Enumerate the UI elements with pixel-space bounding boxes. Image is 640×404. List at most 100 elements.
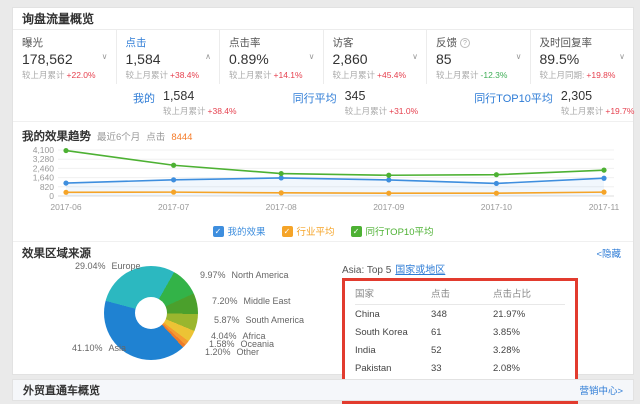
pie-label-asia: 41.10%Asia	[72, 343, 126, 353]
legend-label: 行业平均	[297, 224, 335, 238]
region-section-title: 效果区域来源	[22, 245, 623, 261]
svg-text:2017-08: 2017-08	[266, 202, 297, 212]
column-header-click-share: 点击占比	[493, 283, 565, 305]
column-header-clicks: 点击	[431, 283, 493, 305]
region-pie-chart: 29.04%Europe 9.97%North America 7.20%Mid…	[22, 261, 342, 367]
pie-label-other: 1.20%Other	[205, 347, 259, 357]
country-region-link[interactable]: 国家或地区	[395, 265, 445, 276]
svg-text:2,460: 2,460	[33, 163, 55, 173]
svg-text:3,280: 3,280	[33, 154, 55, 164]
change-value: -12.3%	[481, 70, 508, 80]
donut-hole	[135, 297, 167, 329]
metric-value: 178,562	[22, 51, 107, 67]
chevron-down-icon[interactable]: ∨	[412, 52, 418, 61]
compare-mine: 我的 1,584 较上月累计+38.4%	[133, 89, 237, 117]
trend-metric-value: 8444	[171, 132, 192, 143]
legend-label: 我的效果	[228, 224, 266, 238]
checkbox-checked-icon[interactable]: ✓	[351, 226, 362, 237]
metrics-row: 曝光 178,562 较上月累计+22.0% ∨ 点击 1,584 较上月累计+…	[13, 30, 633, 84]
table-row: India523.28%	[355, 341, 565, 359]
trend-title: 我的效果趋势	[22, 128, 91, 144]
info-icon[interactable]: ?	[460, 38, 470, 48]
metric-label: 曝光	[22, 35, 107, 50]
compare-label: 较上月同期:	[540, 70, 585, 80]
p4p-section-title: 外贸直通车概览	[23, 382, 100, 398]
svg-text:820: 820	[40, 182, 54, 192]
svg-text:1,640: 1,640	[33, 173, 55, 183]
svg-text:0: 0	[49, 191, 54, 201]
compare-label: 较上月累计	[333, 70, 376, 80]
trend-line-chart: 08201,6402,4603,2804,100 2017-06 2017-07 20…	[22, 144, 624, 216]
metric-label: 点击率	[229, 35, 314, 50]
compare-label: 同行平均	[293, 90, 337, 117]
compare-value: 2,305	[561, 89, 635, 103]
compare-label: 较上月累计	[229, 70, 272, 80]
hide-link[interactable]: <隐藏	[596, 246, 621, 260]
svg-text:2017-07: 2017-07	[158, 202, 189, 212]
compare-label: 较上月累计	[436, 70, 479, 80]
change-value: +19.7%	[605, 106, 634, 116]
legend-label: 同行TOP10平均	[366, 224, 434, 238]
metric-visitors[interactable]: 访客 2,860 较上月累计+45.4% ∨	[323, 30, 427, 84]
trend-metric-label: 点击	[146, 129, 165, 143]
trend-subtitle: 最近6个月	[97, 129, 140, 143]
compare-peer-average: 同行平均 345 较上月累计+31.0%	[293, 89, 419, 117]
legend-industry-average[interactable]: ✓ 行业平均	[282, 224, 335, 238]
metric-label: 反馈	[436, 35, 457, 50]
svg-text:2017-10: 2017-10	[481, 202, 512, 212]
change-value: +38.4%	[208, 106, 237, 116]
metric-value: 89.5%	[540, 51, 625, 67]
checkbox-checked-icon[interactable]: ✓	[282, 226, 293, 237]
page-title: 询盘流量概览	[13, 8, 633, 30]
metric-label: 访客	[333, 35, 418, 50]
metric-value: 85	[436, 51, 521, 67]
table-row: China34821.97%	[355, 305, 565, 324]
chevron-down-icon[interactable]: ∨	[619, 52, 625, 61]
compare-label: 较上月累计	[126, 70, 169, 80]
checkbox-checked-icon[interactable]: ✓	[213, 226, 224, 237]
chevron-up-icon[interactable]: ∧	[205, 52, 211, 61]
svg-text:2017-11: 2017-11	[589, 202, 620, 212]
clicks-comparison-row: 我的 1,584 较上月累计+38.4% 同行平均 345 较上月累计+31.0…	[13, 84, 633, 122]
chevron-down-icon[interactable]: ∨	[102, 52, 108, 61]
compare-label: 同行TOP10平均	[474, 90, 553, 117]
change-value: +31.0%	[389, 106, 418, 116]
chevron-down-icon[interactable]: ∨	[309, 52, 315, 61]
p4p-overview-strip: 外贸直通车概览 营销中心>	[12, 379, 634, 401]
trend-section: 我的效果趋势 最近6个月 点击 8444 08201,6402,4603,280…	[13, 122, 633, 242]
svg-text:4,100: 4,100	[33, 145, 55, 155]
metric-label: 点击	[126, 35, 211, 50]
asia-table-title: Asia: Top 5	[342, 265, 391, 276]
metric-ctr[interactable]: 点击率 0.89% 较上月累计+14.1% ∨	[219, 30, 323, 84]
pie-label-middle-east: 7.20%Middle East	[212, 296, 291, 306]
metric-value: 2,860	[333, 51, 418, 67]
compare-label: 我的	[133, 90, 155, 117]
column-header-country: 国家	[355, 283, 431, 305]
pie-label-europe: 29.04%Europe	[75, 261, 141, 271]
chevron-down-icon[interactable]: ∨	[516, 52, 522, 61]
legend-top10-average[interactable]: ✓ 同行TOP10平均	[351, 224, 434, 238]
metric-exposure[interactable]: 曝光 178,562 较上月累计+22.0% ∨	[13, 30, 116, 84]
metric-reply-rate[interactable]: 及时回复率 89.5% 较上月同期:+19.8% ∨	[530, 30, 634, 84]
compare-value: 1,584	[163, 89, 237, 103]
pie-label-north-america: 9.97%North America	[200, 270, 289, 280]
marketing-center-link[interactable]: 营销中心>	[579, 383, 623, 397]
inquiry-overview-panel: 询盘流量概览 曝光 178,562 较上月累计+22.0% ∨ 点击 1,584…	[12, 7, 634, 375]
compare-top10-average: 同行TOP10平均 2,305 较上月累计+19.7%	[474, 89, 634, 117]
compare-label: 较上月累计	[22, 70, 65, 80]
chart-legend: ✓ 我的效果 ✓ 行业平均 ✓ 同行TOP10平均	[22, 221, 624, 241]
table-row: Pakistan332.08%	[355, 359, 565, 377]
legend-my-performance[interactable]: ✓ 我的效果	[213, 224, 266, 238]
change-value: +19.8%	[586, 70, 615, 80]
svg-text:2017-09: 2017-09	[373, 202, 404, 212]
table-row: South Korea613.85%	[355, 323, 565, 341]
change-value: +22.0%	[67, 70, 96, 80]
metric-value: 1,584	[126, 51, 211, 67]
metric-feedback[interactable]: 反馈? 85 较上月累计-12.3% ∨	[426, 30, 530, 84]
metric-clicks[interactable]: 点击 1,584 较上月累计+38.4% ∧	[116, 30, 220, 84]
change-value: +38.4%	[170, 70, 199, 80]
svg-text:2017-06: 2017-06	[50, 202, 81, 212]
change-value: +45.4%	[377, 70, 406, 80]
metric-value: 0.89%	[229, 51, 314, 67]
pie-label-south-america: 5.87%South America	[214, 315, 304, 325]
